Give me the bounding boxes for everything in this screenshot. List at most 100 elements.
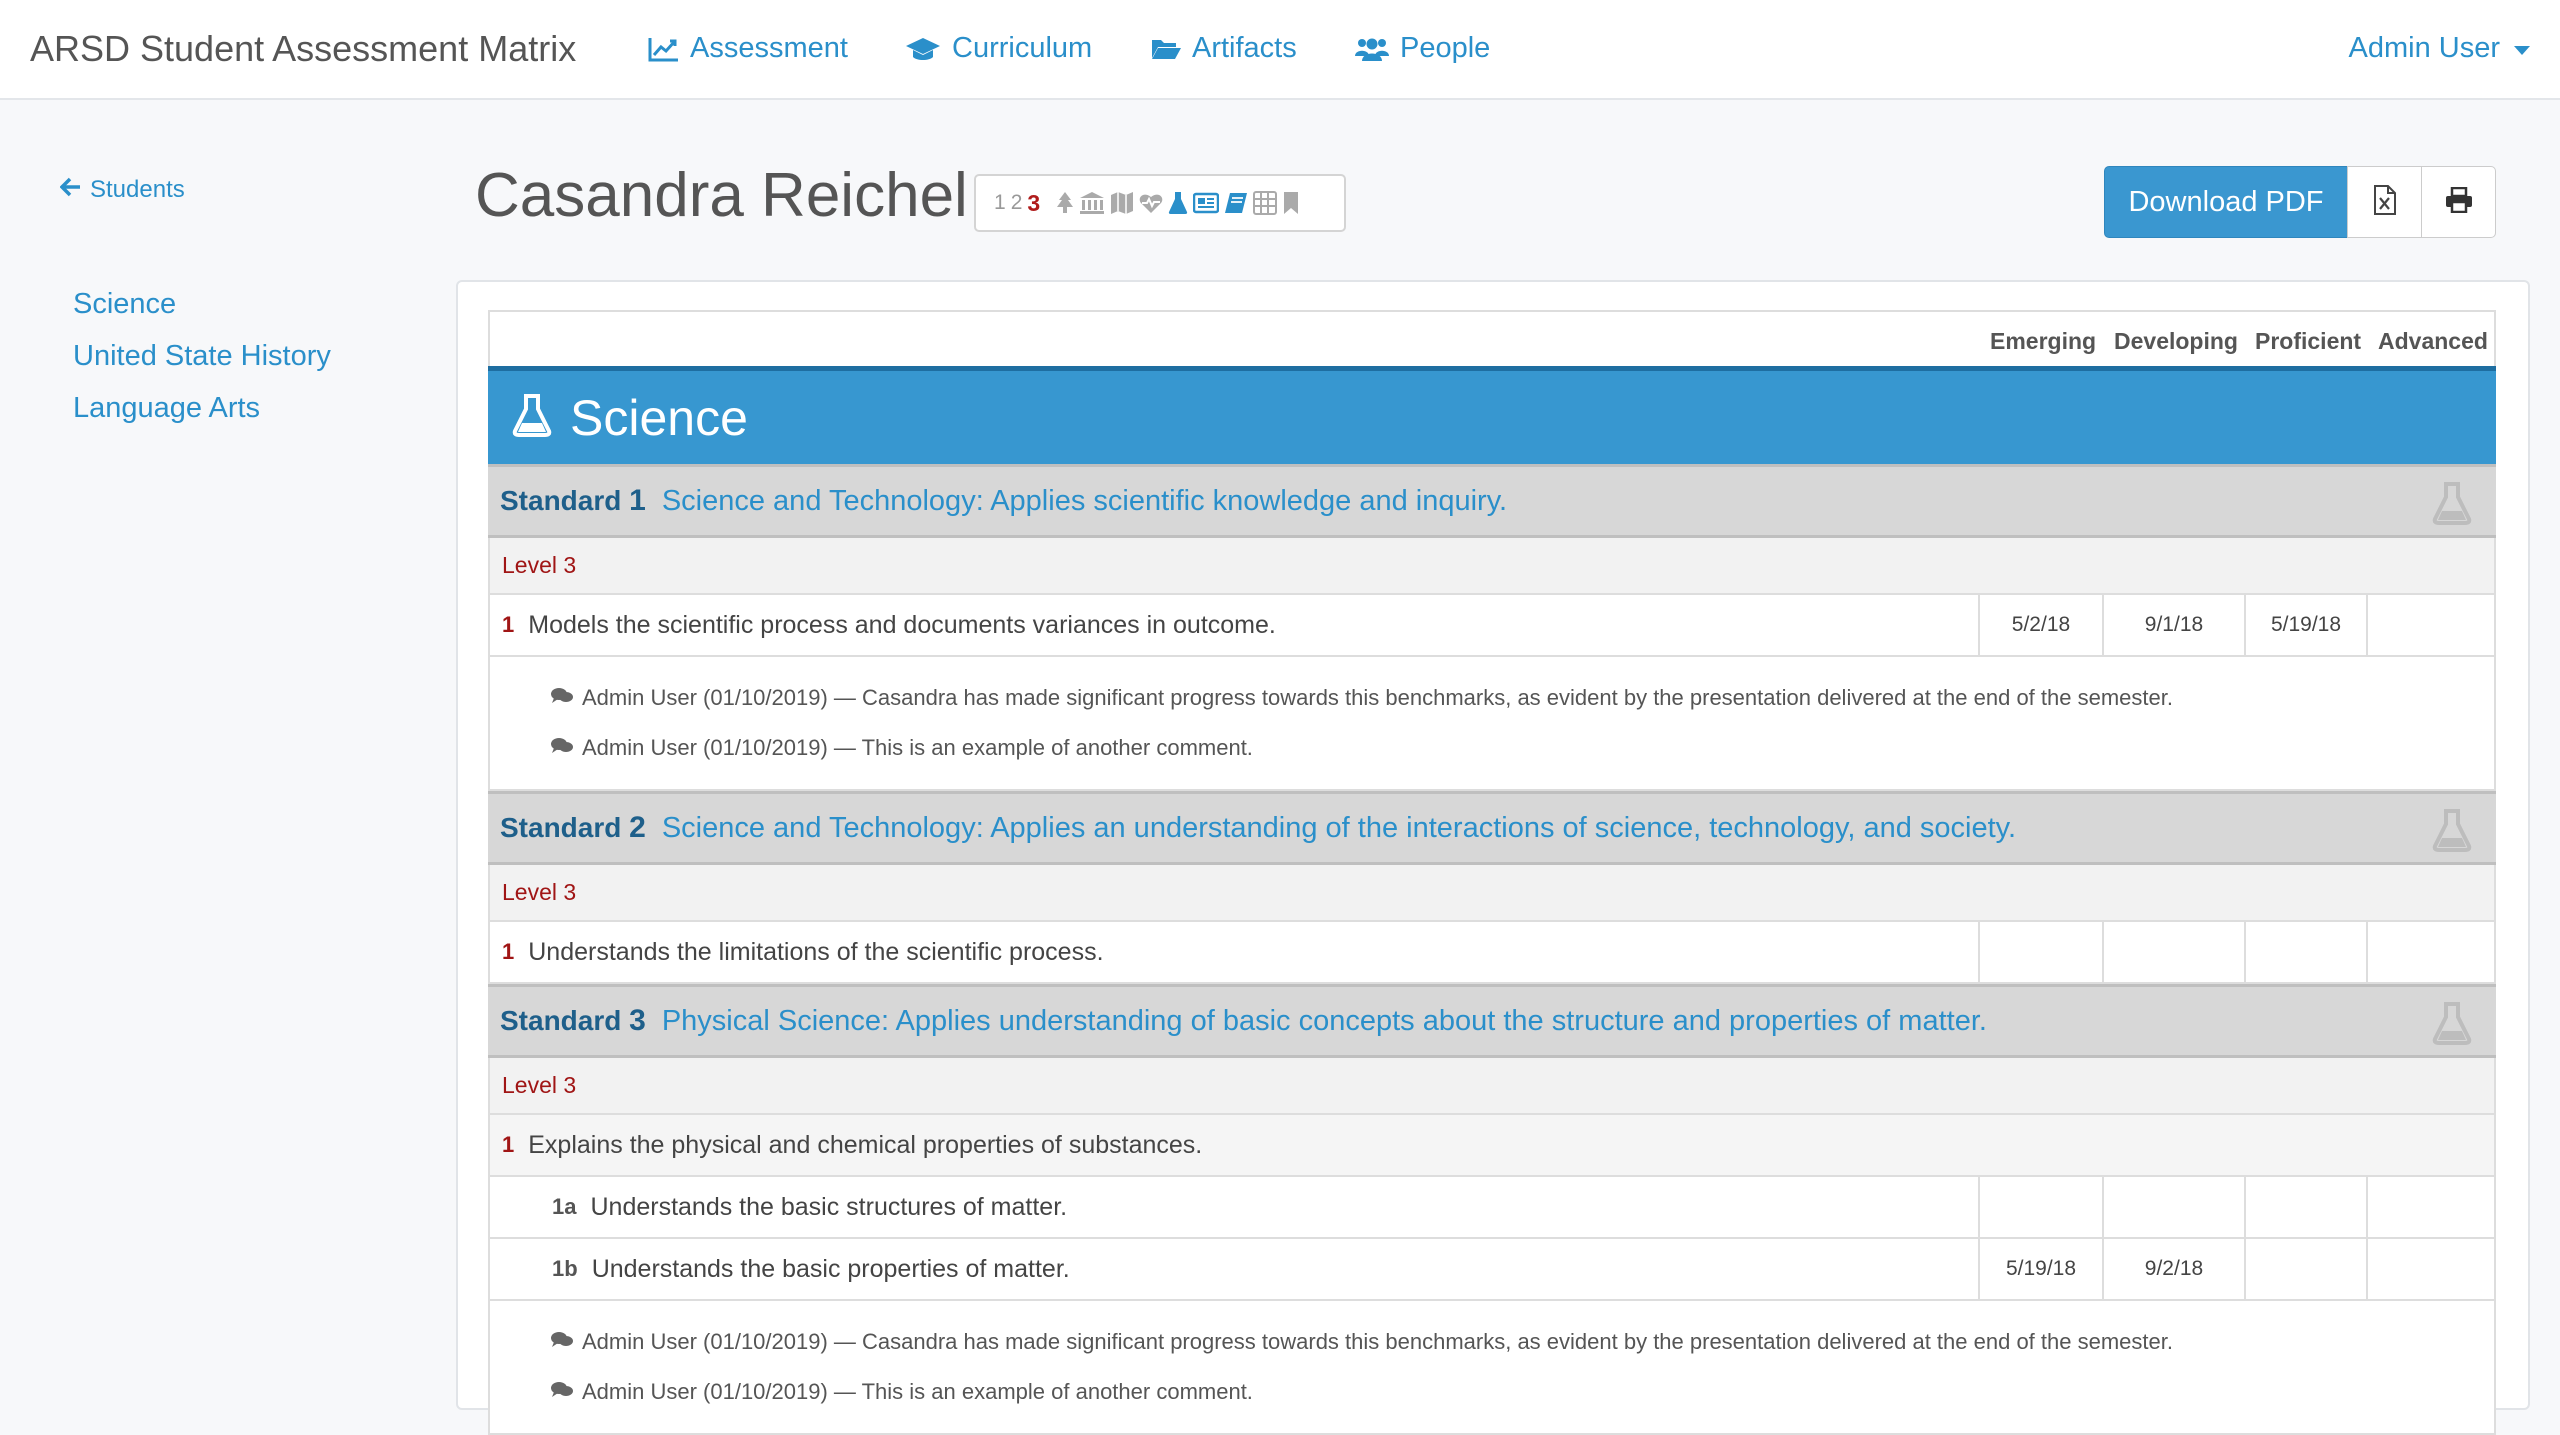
comment-text: Admin User (01/10/2019) — This is an exa… xyxy=(582,1379,1253,1404)
benchmark-text: Understands the basic structures of matt… xyxy=(590,1192,1068,1221)
flask-icon xyxy=(2432,481,2472,530)
newspaper-icon xyxy=(1193,192,1220,214)
sidebar-item-us-history[interactable]: United State History xyxy=(73,335,331,387)
rating-cell-developing[interactable]: 9/2/18 xyxy=(2102,1239,2244,1299)
standard-number: Standard 1 xyxy=(500,484,646,517)
level-label: Level 3 xyxy=(488,865,2496,922)
comment-text: Admin User (01/10/2019) — Casandra has m… xyxy=(582,1329,2173,1354)
rating-cell-emerging[interactable]: 5/19/18 xyxy=(1978,1239,2102,1299)
standard-row[interactable]: Standard 3 Physical Science: Applies und… xyxy=(488,984,2496,1058)
nav-curriculum-label: Curriculum xyxy=(952,32,1093,64)
level-3-badge[interactable]: 3 xyxy=(1027,190,1040,217)
comment-text: Admin User (01/10/2019) — Casandra has m… xyxy=(582,685,2173,710)
benchmark-number: 1 xyxy=(502,612,515,637)
arrow-left-icon xyxy=(59,176,82,204)
benchmark-number: 1a xyxy=(552,1194,577,1219)
nav-people[interactable]: People xyxy=(1354,32,1490,65)
rating-cell-advanced[interactable] xyxy=(2366,1177,2494,1237)
standard-row[interactable]: Standard 2 Science and Technology: Appli… xyxy=(488,791,2496,865)
nav-curriculum[interactable]: Curriculum xyxy=(904,32,1092,65)
app-brand[interactable]: ARSD Student Assessment Matrix xyxy=(30,28,576,70)
rating-cell-advanced[interactable] xyxy=(2366,922,2494,982)
student-name: Casandra Reichel xyxy=(475,161,968,230)
export-excel-button[interactable] xyxy=(2347,166,2422,238)
user-menu-label: Admin User xyxy=(2348,32,2501,64)
rating-cell-advanced[interactable] xyxy=(2366,595,2494,655)
standard-title[interactable]: Science and Technology: Applies an under… xyxy=(662,812,2016,845)
comments-icon xyxy=(550,685,574,711)
sidebar-item-science[interactable]: Science xyxy=(73,283,331,335)
benchmark-number: 1b xyxy=(552,1256,578,1281)
rating-cell-proficient[interactable] xyxy=(2244,922,2366,982)
column-advanced: Advanced xyxy=(2378,328,2488,354)
subject-nav: Science United State History Language Ar… xyxy=(73,283,331,439)
standard-title[interactable]: Science and Technology: Applies scientif… xyxy=(662,485,1507,518)
rating-cell-emerging[interactable] xyxy=(1978,1177,2102,1237)
export-actions: Download PDF xyxy=(2104,166,2496,238)
comment: Admin User (01/10/2019) — Casandra has m… xyxy=(550,673,2494,723)
column-developing: Developing xyxy=(2114,328,2238,354)
level-label: Level 3 xyxy=(488,1058,2496,1115)
caret-down-icon xyxy=(2514,46,2530,55)
rating-cell-proficient[interactable]: 5/19/18 xyxy=(2244,595,2366,655)
print-icon xyxy=(2445,186,2473,218)
benchmark-row: 1 Understands the limitations of the sci… xyxy=(488,922,2496,984)
calculator-icon xyxy=(1253,191,1278,215)
level-1-badge[interactable]: 1 xyxy=(994,191,1006,215)
level-and-subject-badges: 1 2 3 xyxy=(974,174,1346,232)
rating-cell-developing[interactable] xyxy=(2102,922,2244,982)
level-label: Level 3 xyxy=(488,538,2496,595)
benchmark-row: 1a Understands the basic structures of m… xyxy=(488,1177,2496,1239)
comment: Admin User (01/10/2019) — Casandra has m… xyxy=(550,1317,2494,1367)
benchmark-row: 1 Models the scientific process and docu… xyxy=(488,595,2496,657)
rating-cell-proficient[interactable] xyxy=(2244,1239,2366,1299)
benchmark-row: 1b Understands the basic properties of m… xyxy=(488,1239,2496,1301)
level-2-badge[interactable]: 2 xyxy=(1011,191,1023,215)
comments-icon xyxy=(550,1379,574,1405)
user-menu[interactable]: Admin User xyxy=(2348,32,2530,65)
nav-assessment-label: Assessment xyxy=(690,32,848,64)
standard-row[interactable]: Standard 1 Science and Technology: Appli… xyxy=(488,464,2496,538)
flask-icon xyxy=(2432,808,2472,857)
subject-header-science: Science xyxy=(488,366,2496,464)
benchmark-number: 1 xyxy=(502,939,515,964)
tree-icon xyxy=(1056,191,1074,215)
column-emerging: Emerging xyxy=(1990,328,2097,354)
benchmark-text: Understands the limitations of the scien… xyxy=(528,937,1104,966)
comments-list: Admin User (01/10/2019) — Casandra has m… xyxy=(488,1301,2496,1435)
nav-assessment[interactable]: Assessment xyxy=(648,32,848,65)
standard-number: Standard 2 xyxy=(500,811,646,844)
standard-number: Standard 3 xyxy=(500,1004,646,1037)
map-icon xyxy=(1110,191,1134,215)
flask-icon xyxy=(1168,191,1188,215)
nav-artifacts[interactable]: Artifacts xyxy=(1150,32,1297,65)
flask-icon xyxy=(2432,1001,2472,1050)
rating-cell-developing[interactable]: 9/1/18 xyxy=(2102,595,2244,655)
comment: Admin User (01/10/2019) — This is an exa… xyxy=(550,723,2494,773)
assessment-matrix: Emerging Developing Proficient Advanced … xyxy=(488,310,2496,1435)
rating-cell-developing[interactable] xyxy=(2102,1177,2244,1237)
rating-cell-emerging[interactable] xyxy=(1978,922,2102,982)
graduation-cap-icon xyxy=(904,36,942,62)
excel-file-icon xyxy=(2373,184,2397,220)
book-icon xyxy=(1224,192,1248,214)
top-navbar: ARSD Student Assessment Matrix Assessmen… xyxy=(0,0,2560,100)
rating-cell-proficient[interactable] xyxy=(2244,1177,2366,1237)
comment-text: Admin User (01/10/2019) — This is an exa… xyxy=(582,735,1253,760)
rating-cell-emerging[interactable]: 5/2/18 xyxy=(1978,595,2102,655)
rating-cell-advanced[interactable] xyxy=(2366,1239,2494,1299)
back-to-students-link[interactable]: Students xyxy=(59,176,185,204)
standard-title[interactable]: Physical Science: Applies understanding … xyxy=(662,1005,1987,1038)
heartbeat-icon xyxy=(1139,192,1163,214)
download-pdf-button[interactable]: Download PDF xyxy=(2104,166,2348,238)
benchmark-row: 1 Explains the physical and chemical pro… xyxy=(488,1115,2496,1177)
comment: Admin User (01/10/2019) — This is an exa… xyxy=(550,1367,2494,1417)
column-proficient: Proficient xyxy=(2255,328,2362,354)
nav-artifacts-label: Artifacts xyxy=(1192,32,1297,64)
comments-icon xyxy=(550,1329,574,1355)
print-button[interactable] xyxy=(2421,166,2496,238)
sidebar-item-language-arts[interactable]: Language Arts xyxy=(73,387,331,439)
nav-people-label: People xyxy=(1400,32,1491,64)
institution-icon xyxy=(1079,191,1105,215)
benchmark-text: Understands the basic properties of matt… xyxy=(591,1254,1070,1283)
